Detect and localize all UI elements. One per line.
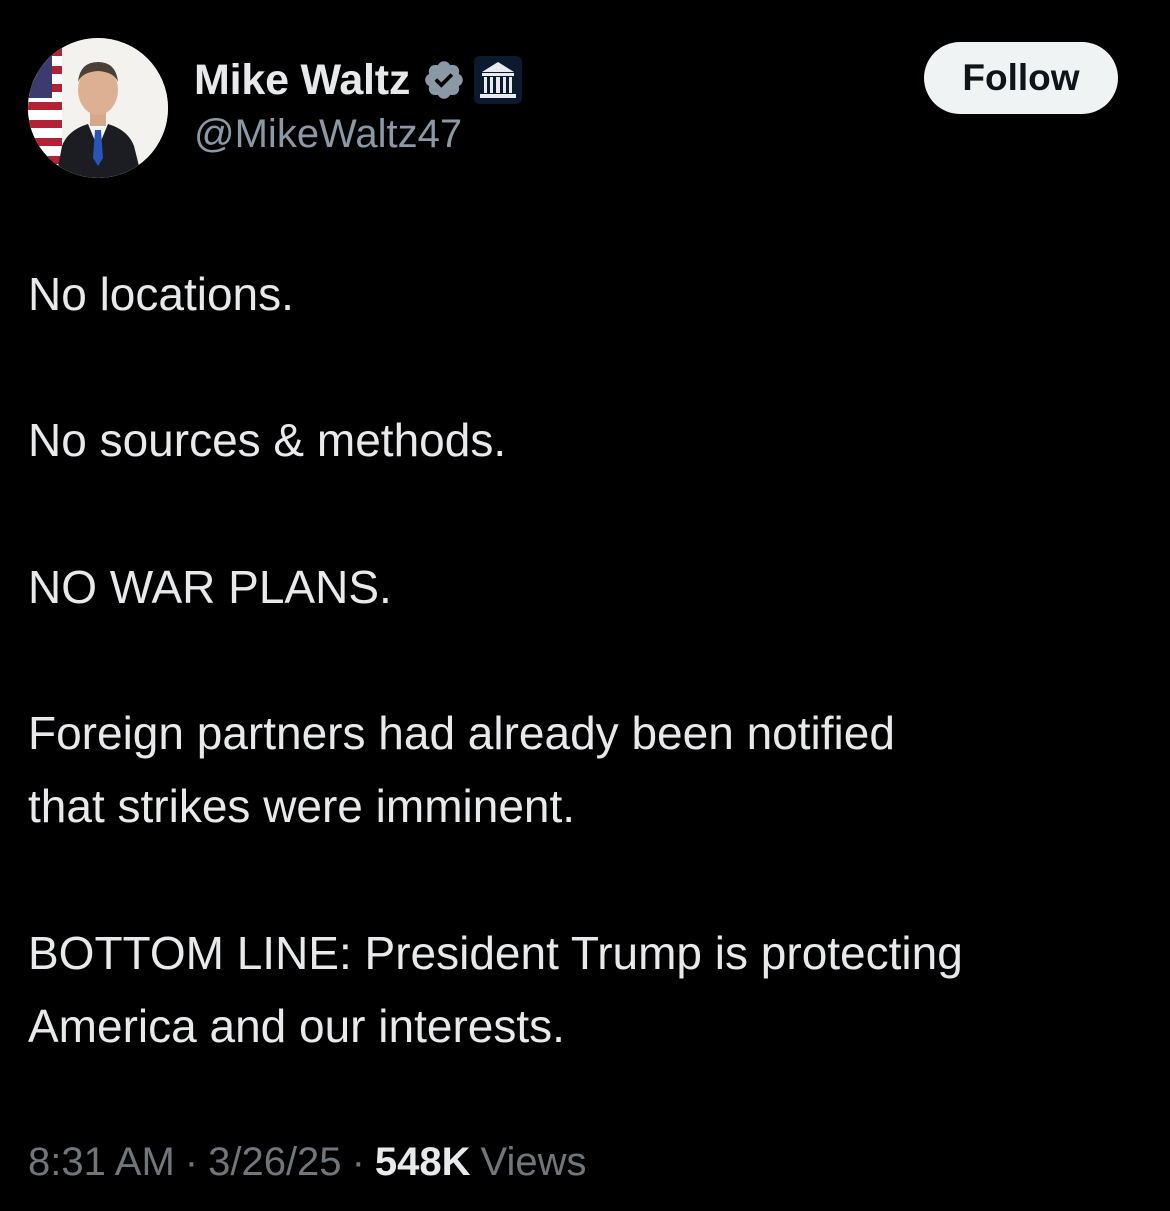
tweet-paragraph-2: No sources & methods.	[28, 404, 506, 477]
follow-button[interactable]: Follow	[924, 42, 1118, 114]
separator: ·	[184, 1140, 199, 1184]
tweet-line: Foreign partners had already been notifi…	[28, 707, 895, 759]
avatar[interactable]	[28, 38, 168, 178]
tweet-paragraph-5: BOTTOM LINE: President Trump is protecti…	[28, 917, 963, 1063]
separator: ·	[351, 1140, 365, 1184]
tweet-line: America and our interests.	[28, 1000, 565, 1052]
tweet-line: BOTTOM LINE: President Trump is protecti…	[28, 927, 963, 979]
white-house-icon[interactable]	[474, 56, 523, 104]
tweet-date[interactable]: 3/26/25	[208, 1140, 341, 1185]
tweet-card: Mike Waltz @MikeWaltz47 Follow No locati…	[0, 0, 1170, 1211]
tweet-line: No sources & methods.	[28, 414, 507, 466]
tweet-paragraph-1: No locations.	[28, 258, 294, 331]
views-label: Views	[480, 1140, 587, 1184]
tweet-time[interactable]: 8:31 AM	[28, 1140, 175, 1185]
tweet-line: that strikes were imminent.	[28, 780, 576, 832]
author-handle[interactable]: @MikeWaltz47	[194, 112, 462, 157]
tweet-paragraph-3: NO WAR PLANS.	[28, 551, 392, 624]
tweet-paragraph-4: Foreign partners had already been notifi…	[28, 697, 895, 843]
tweet-metadata: 8:31 AM · 3/26/25 · 548K Views	[28, 1140, 587, 1185]
author-display-name[interactable]: Mike Waltz	[194, 56, 410, 105]
views-count[interactable]: 548K	[375, 1140, 471, 1185]
tweet-line: No locations.	[28, 268, 294, 320]
tweet-line: NO WAR PLANS.	[28, 561, 392, 613]
verified-badge-icon[interactable]	[422, 58, 466, 102]
author-name-row: Mike Waltz	[194, 52, 523, 108]
